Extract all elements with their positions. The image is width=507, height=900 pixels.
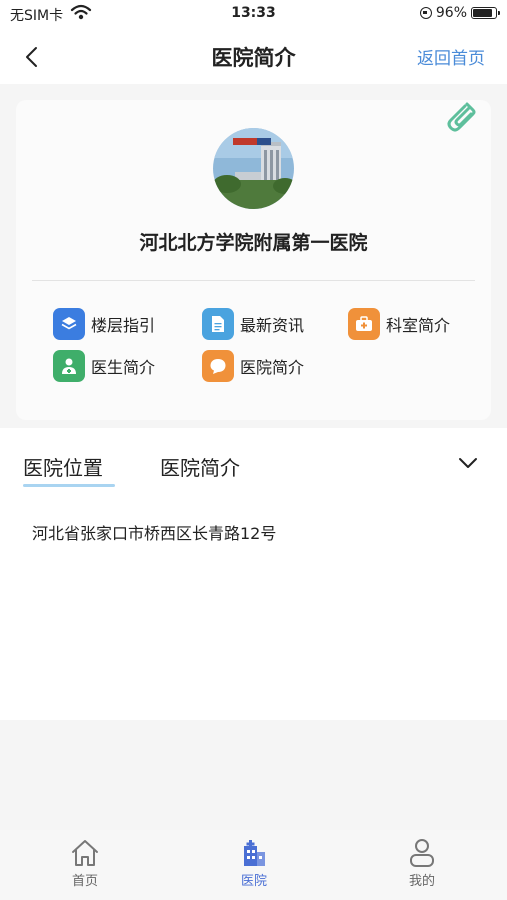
menu-item-label: 最新资讯: [240, 316, 305, 335]
status-bar: 无SIM卡 13:33 96%: [0, 0, 507, 30]
medical-kit-icon: [348, 308, 380, 340]
divider: [32, 280, 475, 281]
hospital-icon: [244, 840, 265, 866]
orientation-lock-icon: [419, 7, 432, 19]
return-home-link[interactable]: 返回首页: [417, 44, 485, 69]
menu-item-latest-news[interactable]: 最新资讯: [202, 308, 304, 340]
layers-icon: [53, 308, 85, 340]
menu-item-hospital-intro[interactable]: 医院简介: [202, 350, 304, 382]
chat-bubble-icon: [202, 350, 234, 382]
tab-bar-profile[interactable]: 我的: [382, 838, 462, 889]
tab-bar-home[interactable]: 首页: [45, 838, 125, 889]
chevron-down-icon: [459, 458, 477, 468]
hospital-card: 河北北方学院附属第一医院 楼层指引 最新资讯 科室简介 医生简介 医院简介: [16, 100, 491, 420]
tab-bar-label: 首页: [71, 874, 98, 889]
doctor-icon: [53, 350, 85, 382]
tab-hospital-intro[interactable]: 医院简介: [160, 452, 240, 481]
info-panel: 医院位置 医院简介 河北省张家口市桥西区长青路12号: [0, 428, 507, 720]
hospital-name: 河北北方学院附属第一医院: [139, 232, 368, 254]
tab-hospital-location[interactable]: 医院位置: [23, 452, 103, 481]
bottom-tab-bar: 首页 医院 我的: [0, 830, 507, 900]
menu-item-floor-guide[interactable]: 楼层指引: [53, 308, 155, 340]
back-button[interactable]: [16, 42, 46, 72]
battery-percent: 96%: [435, 5, 467, 21]
user-icon: [410, 839, 434, 867]
menu-item-department-intro[interactable]: 科室简介: [348, 308, 450, 340]
document-icon: [202, 308, 234, 340]
tab-bar-label: 医院: [240, 874, 267, 889]
home-icon: [72, 840, 98, 866]
menu-item-doctor-intro[interactable]: 医生简介: [53, 350, 155, 382]
battery-indicator: 96%: [419, 5, 500, 21]
tab-bar-hospital[interactable]: 医院: [214, 838, 294, 889]
battery-icon: [471, 7, 500, 19]
menu-item-label: 科室简介: [386, 316, 451, 335]
active-tab-indicator: [23, 484, 115, 487]
menu-item-label: 医生简介: [91, 358, 156, 377]
menu-item-label: 医院简介: [240, 358, 305, 377]
hospital-header-area: 河北北方学院附属第一医院 楼层指引 最新资讯 科室简介 医生简介 医院简介: [0, 84, 507, 428]
paperclip-icon[interactable]: [445, 100, 481, 134]
expand-button[interactable]: [455, 450, 481, 476]
nav-bar: 医院简介 返回首页: [0, 30, 507, 84]
tab-bar-label: 我的: [408, 874, 435, 889]
hospital-avatar: [213, 128, 294, 209]
menu-item-label: 楼层指引: [91, 316, 156, 335]
hospital-address: 河北省张家口市桥西区长青路12号: [32, 524, 277, 543]
chevron-left-icon: [26, 47, 37, 67]
